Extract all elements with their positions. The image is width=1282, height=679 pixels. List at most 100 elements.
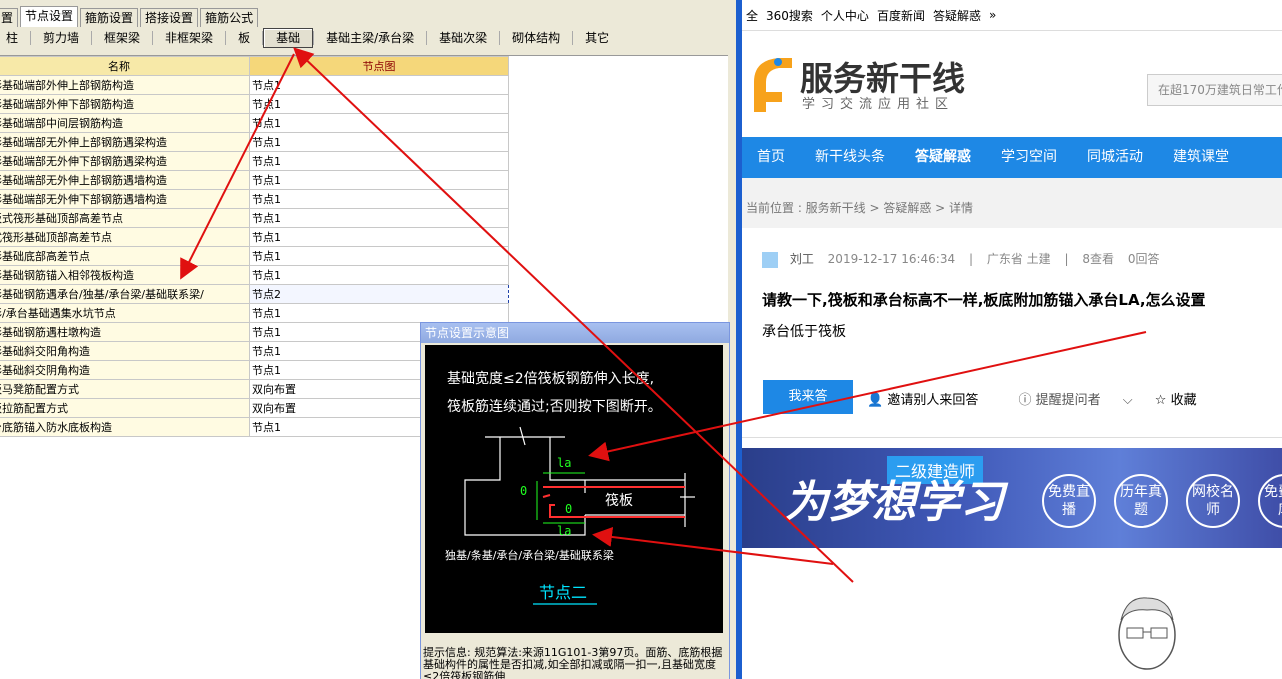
node-diagram-svg: 基础宽度≤2倍筏板钢筋伸入长度, 筏板筋连续通过;否则按下图断开。 la la … <box>445 370 695 605</box>
bookmark-item[interactable]: 全 <box>746 7 758 24</box>
table-row[interactable]: 形基础端部外伸上部钢筋构造 节点1 <box>0 75 509 95</box>
user-avatar-icon <box>762 251 778 268</box>
table-row[interactable]: 形基础端部无外伸下部钢筋遇梁构造 节点1 <box>0 151 509 171</box>
breadcrumb: 当前位置 : 服务新干线 > 答疑解惑 > 详情 <box>742 178 1282 228</box>
row-node-cell[interactable]: 节点1 <box>249 170 509 190</box>
left-app-window: 置节点设置 箍筋设置 搭接设置 箍筋公式 柱剪力墙 框架梁 非框架梁板基础 基础主梁/承台梁… <box>0 0 736 679</box>
search-input[interactable]: 在超170万建筑日常工作 <box>1147 74 1282 106</box>
node-diagram-dialog: 节点设置示意图 基础宽度≤2倍筏板钢筋伸入长度, 筏板筋连续通过;否则按下图断开… <box>420 322 730 679</box>
row-node-cell[interactable]: 节点1 <box>249 189 509 209</box>
invite-answer-link[interactable]: 👤 邀请别人来回答 <box>867 393 996 408</box>
site-logo[interactable]: 服务新干线 学习交流应用社区 <box>742 50 1002 120</box>
menu-item[interactable]: 答疑解惑 <box>900 137 986 178</box>
table-row[interactable]: 形基础端部无外伸上部钢筋遇梁构造 节点1 <box>0 132 509 152</box>
banner-slogan: 为梦想学习 <box>784 477 1004 528</box>
component-tabs: 柱剪力墙 框架梁 非框架梁板基础 基础主梁/承台梁 基础次梁 砌体结构 其它 <box>0 27 621 49</box>
component-tab[interactable]: 柱 <box>0 27 30 49</box>
diagram-structure <box>464 426 695 536</box>
table-row[interactable]: 形基础端部外伸下部钢筋构造 节点1 <box>0 94 509 114</box>
component-tab[interactable]: 非框架梁 <box>153 27 225 49</box>
banner-circle-teachers[interactable]: 网校名师 <box>1186 474 1240 528</box>
row-node-cell[interactable]: 节点1 <box>249 94 509 114</box>
zero-label-2: 0 <box>565 502 572 516</box>
menu-item[interactable]: 同城活动 <box>1072 137 1158 178</box>
settings-tab[interactable]: 箍筋设置 <box>80 8 139 27</box>
row-name-cell: 形/承台基础遇集水坑节点 <box>0 303 250 323</box>
row-node-cell[interactable]: 节点1 <box>249 265 509 285</box>
table-row[interactable]: 形/承台基础遇集水坑节点 节点1 <box>0 303 509 323</box>
answer-count: 0回答 <box>1127 252 1160 266</box>
menu-item[interactable]: 首页 <box>742 137 800 178</box>
row-node-cell[interactable]: 节点1 <box>249 113 509 133</box>
settings-tab[interactable]: 箍筋公式 <box>200 8 259 27</box>
row-name-cell: 形基础钢筋遇承台/独基/承台梁/基础联系梁/ <box>0 284 250 304</box>
component-tab[interactable]: 砌体结构 <box>500 27 572 49</box>
row-name-cell: 形基础端部外伸下部钢筋构造 <box>0 94 250 114</box>
banner-circle-question-bank[interactable]: 免费题库 <box>1258 474 1282 528</box>
component-tab[interactable]: 板 <box>226 27 262 49</box>
menu-item[interactable]: 学习空间 <box>986 137 1072 178</box>
component-tab[interactable]: 基础主梁/承台梁 <box>314 27 426 49</box>
row-name-cell: 形基础钢筋锚入相邻筏板构造 <box>0 265 250 285</box>
row-node-cell[interactable]: 节点1 <box>249 208 509 228</box>
row-name-cell: 形基础端部无外伸上部钢筋遇墙构造 <box>0 170 250 190</box>
row-node-cell[interactable]: 节点1 <box>249 246 509 266</box>
row-node-cell[interactable]: 节点2 <box>249 284 509 304</box>
bookmark-item[interactable]: » <box>989 8 996 22</box>
remind-asker-link[interactable]: ⓘ 提醒提问者 ⌵ <box>1018 393 1132 408</box>
invite-label: 邀请别人来回答 <box>887 393 979 408</box>
row-name-cell: 形基础端部无外伸下部钢筋遇墙构造 <box>0 189 250 209</box>
component-tab[interactable]: 基础次梁 <box>427 27 499 49</box>
question-meta: 刘工 2019-12-17 16:46:34 | 广东省 土建 | 8查看 0回… <box>762 250 1169 268</box>
component-tab[interactable]: 其它 <box>573 27 621 49</box>
answer-button[interactable]: 我来答 <box>763 380 853 414</box>
la-bottom-label: la <box>557 524 571 538</box>
table-row[interactable]: 形基础端部无外伸上部钢筋遇墙构造 节点1 <box>0 170 509 190</box>
bookmark-item[interactable]: 答疑解惑 <box>933 7 981 24</box>
table-row[interactable]: 形基础钢筋遇承台/独基/承台梁/基础联系梁/节点2 <box>0 284 509 304</box>
remind-label: 提醒提问者 <box>1035 393 1101 408</box>
la-top-label: la <box>557 456 571 470</box>
node-diagram-canvas: 基础宽度≤2倍筏板钢筋伸入长度, 筏板筋连续通过;否则按下图断开。 la la … <box>425 345 723 633</box>
bookmark-item[interactable]: 360搜索 <box>766 7 813 24</box>
table-row[interactable]: 形基础端部中间层钢筋构造 节点1 <box>0 113 509 133</box>
component-tab[interactable]: 框架梁 <box>92 27 152 49</box>
menu-item[interactable]: 新干线头条 <box>800 137 900 178</box>
row-name-cell: 台底筋锚入防水底板构造 <box>0 417 250 437</box>
favorite-label: 收藏 <box>1170 393 1197 408</box>
settings-tab[interactable]: 置 <box>0 8 19 27</box>
settings-tab[interactable]: 节点设置 <box>20 6 79 27</box>
row-node-cell[interactable]: 节点1 <box>249 151 509 171</box>
dialog-title[interactable]: 节点设置示意图 <box>421 323 729 343</box>
banner-circle-past-exams[interactable]: 历年真题 <box>1114 474 1168 528</box>
component-tab[interactable]: 剪力墙 <box>31 27 91 49</box>
dialog-hint-text: 提示信息: 规范算法:来源11G101-3第97页。面筋、底筋根据基础构件的属性… <box>423 646 723 679</box>
column-header-node[interactable]: 节点图 <box>249 56 509 76</box>
diagram-line2: 筏板筋连续通过;否则按下图断开。 <box>447 398 662 415</box>
table-row[interactable]: 板式筏形基础顶部高差节点 节点1 <box>0 208 509 228</box>
menu-item[interactable]: 建筑课堂 <box>1158 137 1244 178</box>
row-node-cell[interactable]: 节点1 <box>249 303 509 323</box>
bookmark-item[interactable]: 个人中心 <box>821 7 869 24</box>
table-row[interactable]: 形基础端部无外伸下部钢筋遇墙构造 节点1 <box>0 189 509 209</box>
promo-banner[interactable]: 二级建造师 为梦想学习 免费直播 历年真题 网校名师 免费题库 <box>742 448 1282 548</box>
row-name-cell: 式筏形基础顶部高差节点 <box>0 227 250 247</box>
favorite-link[interactable]: ☆ 收藏 <box>1155 393 1215 408</box>
row-node-cell[interactable]: 节点1 <box>249 75 509 95</box>
banner-circle-live[interactable]: 免费直播 <box>1042 474 1096 528</box>
column-header-name[interactable]: 名称 <box>0 56 250 76</box>
row-name-cell: 形基础端部无外伸下部钢筋遇梁构造 <box>0 151 250 171</box>
component-tab[interactable]: 基础 <box>263 28 314 48</box>
table-row[interactable]: 形基础钢筋锚入相邻筏板构造 节点1 <box>0 265 509 285</box>
row-name-cell: 形基础端部无外伸上部钢筋遇梁构造 <box>0 132 250 152</box>
row-name-cell: 形基础斜交阴角构造 <box>0 360 250 380</box>
question-location: 广东省 土建 <box>986 252 1051 266</box>
row-node-cell[interactable]: 节点1 <box>249 132 509 152</box>
author-name[interactable]: 刘工 <box>790 252 814 266</box>
table-row[interactable]: 式筏形基础顶部高差节点 节点1 <box>0 227 509 247</box>
row-node-cell[interactable]: 节点1 <box>249 227 509 247</box>
table-row[interactable]: 形基础底部高差节点 节点1 <box>0 246 509 266</box>
settings-tab[interactable]: 搭接设置 <box>140 8 199 27</box>
question-actions: 👤 邀请别人来回答 ⓘ 提醒提问者 ⌵ ☆ 收藏 <box>867 389 1233 408</box>
bookmark-item[interactable]: 百度新闻 <box>877 7 925 24</box>
